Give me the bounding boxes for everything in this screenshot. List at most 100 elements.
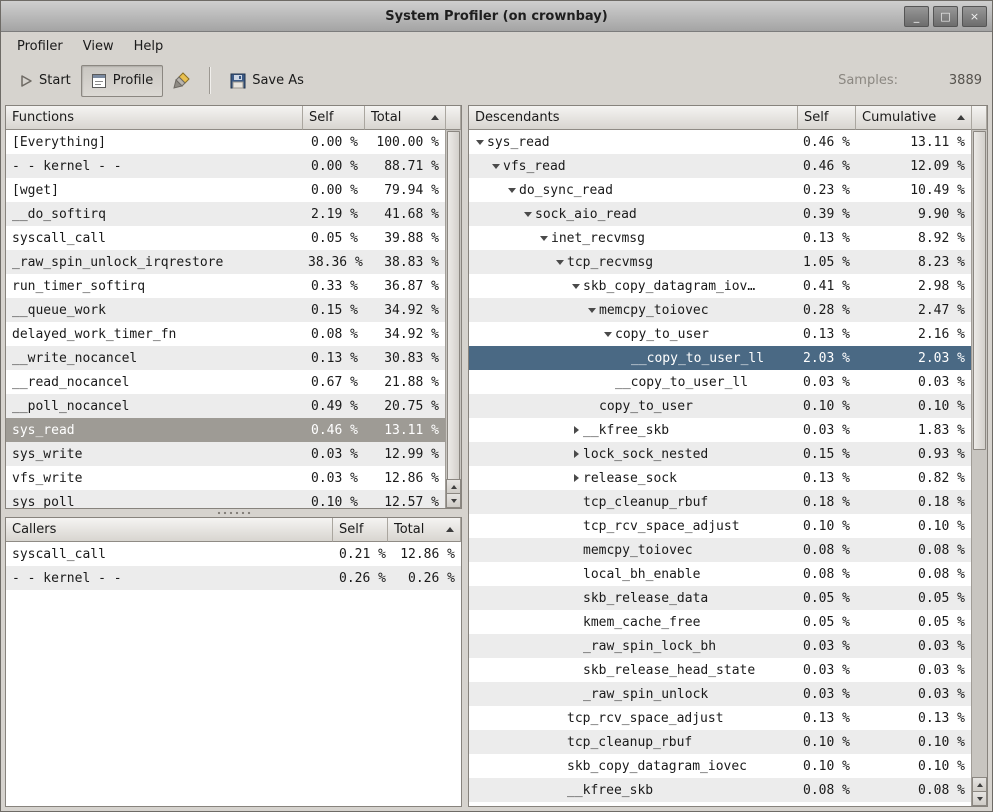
profile-button[interactable]: Profile <box>81 65 163 97</box>
table-row[interactable]: sys_read0.46 %13.11 % <box>6 418 445 442</box>
close-button[interactable]: × <box>962 6 987 27</box>
table-row[interactable]: tcp_rcv_space_adjust0.13 %0.13 % <box>469 706 971 730</box>
table-row[interactable]: skb_release_head_state0.03 %0.03 % <box>469 658 971 682</box>
maximize-button[interactable]: □ <box>933 6 958 27</box>
table-row[interactable]: - - kernel - -0.00 %88.71 % <box>6 154 445 178</box>
table-row[interactable]: _raw_spin_unlock_bh0.03 %0.03 % <box>469 802 971 806</box>
table-row[interactable]: [wget]0.00 %79.94 % <box>6 178 445 202</box>
table-row[interactable]: release_sock0.13 %0.82 % <box>469 466 971 490</box>
functions-column-header[interactable]: Functions <box>6 106 303 130</box>
self-value: 0.08 % <box>797 783 855 798</box>
menu-help[interactable]: Help <box>124 32 174 60</box>
table-row[interactable]: delayed_work_timer_fn0.08 %34.92 % <box>6 322 445 346</box>
table-row[interactable]: tcp_cleanup_rbuf0.10 %0.10 % <box>469 730 971 754</box>
clear-button[interactable] <box>163 65 199 97</box>
scroll-up-button[interactable] <box>972 777 987 791</box>
descendants-header-row: Descendants Self Cumulative <box>469 106 987 130</box>
table-row[interactable]: do_sync_read0.23 %10.49 % <box>469 178 971 202</box>
descendants-scrollbar[interactable] <box>971 130 987 806</box>
callers-total-header[interactable]: Total <box>388 518 461 542</box>
table-row[interactable]: tcp_recvmsg1.05 %8.23 % <box>469 250 971 274</box>
table-row[interactable]: syscall_call0.05 %39.88 % <box>6 226 445 250</box>
menu-view[interactable]: View <box>73 32 124 60</box>
table-row[interactable]: tcp_rcv_space_adjust0.10 %0.10 % <box>469 514 971 538</box>
table-row[interactable]: run_timer_softirq0.33 %36.87 % <box>6 274 445 298</box>
titlebar[interactable]: System Profiler (on crownbay) _ □ × <box>1 1 992 32</box>
table-row[interactable]: __copy_to_user_ll0.03 %0.03 % <box>469 370 971 394</box>
table-row[interactable]: _raw_spin_unlock0.03 %0.03 % <box>469 682 971 706</box>
table-row[interactable]: sock_aio_read0.39 %9.90 % <box>469 202 971 226</box>
scrollbar-thumb[interactable] <box>447 131 460 480</box>
self-value: 0.03 % <box>797 639 855 654</box>
table-row[interactable]: memcpy_toiovec0.28 %2.47 % <box>469 298 971 322</box>
expander-open-icon[interactable] <box>553 260 567 265</box>
table-row[interactable]: __queue_work0.15 %34.92 % <box>6 298 445 322</box>
expander-open-icon[interactable] <box>521 212 535 217</box>
minimize-button[interactable]: _ <box>904 6 929 27</box>
expander-closed-icon[interactable] <box>569 474 583 482</box>
table-row[interactable]: tcp_cleanup_rbuf0.18 %0.18 % <box>469 490 971 514</box>
samples-value: 3889 <box>898 73 982 88</box>
table-row[interactable]: __do_softirq2.19 %41.68 % <box>6 202 445 226</box>
table-row[interactable]: vfs_read0.46 %12.09 % <box>469 154 971 178</box>
expander-open-icon[interactable] <box>489 164 503 169</box>
arrow-up-icon <box>451 485 457 489</box>
table-row[interactable]: __copy_to_user_ll2.03 %2.03 % <box>469 346 971 370</box>
scroll-up-button[interactable] <box>446 479 461 493</box>
table-row[interactable]: local_bh_enable0.08 %0.08 % <box>469 562 971 586</box>
table-row[interactable]: sys_poll0.10 %12.57 % <box>6 490 445 508</box>
table-row[interactable]: _raw_spin_unlock_irqrestore38.36 %38.83 … <box>6 250 445 274</box>
table-row[interactable]: skb_copy_datagram_iov…0.41 %2.98 % <box>469 274 971 298</box>
functions-scrollbar[interactable] <box>445 130 461 508</box>
callers-self-header[interactable]: Self <box>333 518 388 542</box>
table-row[interactable]: copy_to_user0.13 %2.16 % <box>469 322 971 346</box>
table-row[interactable]: sys_write0.03 %12.99 % <box>6 442 445 466</box>
table-row[interactable]: __poll_nocancel0.49 %20.75 % <box>6 394 445 418</box>
functions-total-header[interactable]: Total <box>365 106 446 130</box>
expander-open-icon[interactable] <box>569 284 583 289</box>
expander-open-icon[interactable] <box>585 308 599 313</box>
descendants-column-header[interactable]: Descendants <box>469 106 798 130</box>
table-row[interactable]: __kfree_skb0.03 %1.83 % <box>469 418 971 442</box>
start-button[interactable]: Start <box>9 65 81 97</box>
horizontal-splitter[interactable] <box>5 509 462 517</box>
expander-open-icon[interactable] <box>601 332 615 337</box>
table-row[interactable]: kmem_cache_free0.05 %0.05 % <box>469 610 971 634</box>
descendants-cumulative-header[interactable]: Cumulative <box>856 106 972 130</box>
table-row[interactable]: __write_nocancel0.13 %30.83 % <box>6 346 445 370</box>
function-name: __write_nocancel <box>6 351 302 366</box>
save-as-button[interactable]: Save As <box>220 65 314 97</box>
table-row[interactable]: vfs_write0.03 %12.86 % <box>6 466 445 490</box>
descendants-self-header[interactable]: Self <box>798 106 856 130</box>
table-row[interactable]: skb_release_data0.05 %0.05 % <box>469 586 971 610</box>
expander-closed-icon[interactable] <box>569 450 583 458</box>
self-value: 0.05 % <box>302 231 364 246</box>
table-row[interactable]: lock_sock_nested0.15 %0.93 % <box>469 442 971 466</box>
table-row[interactable]: copy_to_user0.10 %0.10 % <box>469 394 971 418</box>
table-row[interactable]: [Everything]0.00 %100.00 % <box>6 130 445 154</box>
total-value: 13.11 % <box>364 423 445 438</box>
functions-self-header[interactable]: Self <box>303 106 365 130</box>
table-row[interactable]: __read_nocancel0.67 %21.88 % <box>6 370 445 394</box>
expander-open-icon[interactable] <box>537 236 551 241</box>
menu-profiler[interactable]: Profiler <box>7 32 73 60</box>
table-row[interactable]: __kfree_skb0.08 %0.08 % <box>469 778 971 802</box>
scrollbar-trough[interactable] <box>972 130 987 777</box>
scrollbar-thumb[interactable] <box>973 131 986 450</box>
scroll-down-button[interactable] <box>972 791 987 806</box>
table-row[interactable]: skb_copy_datagram_iovec0.10 %0.10 % <box>469 754 971 778</box>
table-row[interactable]: sys_read0.46 %13.11 % <box>469 130 971 154</box>
table-row[interactable]: memcpy_toiovec0.08 %0.08 % <box>469 538 971 562</box>
table-row[interactable]: syscall_call0.21 %12.86 % <box>6 542 461 566</box>
self-header-label: Self <box>309 110 333 125</box>
table-row[interactable]: inet_recvmsg0.13 %8.92 % <box>469 226 971 250</box>
expander-open-icon[interactable] <box>473 140 487 145</box>
table-row[interactable]: _raw_spin_lock_bh0.03 %0.03 % <box>469 634 971 658</box>
table-row[interactable]: - - kernel - -0.26 %0.26 % <box>6 566 461 590</box>
callers-column-header[interactable]: Callers <box>6 518 333 542</box>
scroll-down-button[interactable] <box>446 493 461 508</box>
function-name: __poll_nocancel <box>6 399 302 414</box>
scrollbar-trough[interactable] <box>446 130 461 479</box>
expander-closed-icon[interactable] <box>569 426 583 434</box>
expander-open-icon[interactable] <box>505 188 519 193</box>
